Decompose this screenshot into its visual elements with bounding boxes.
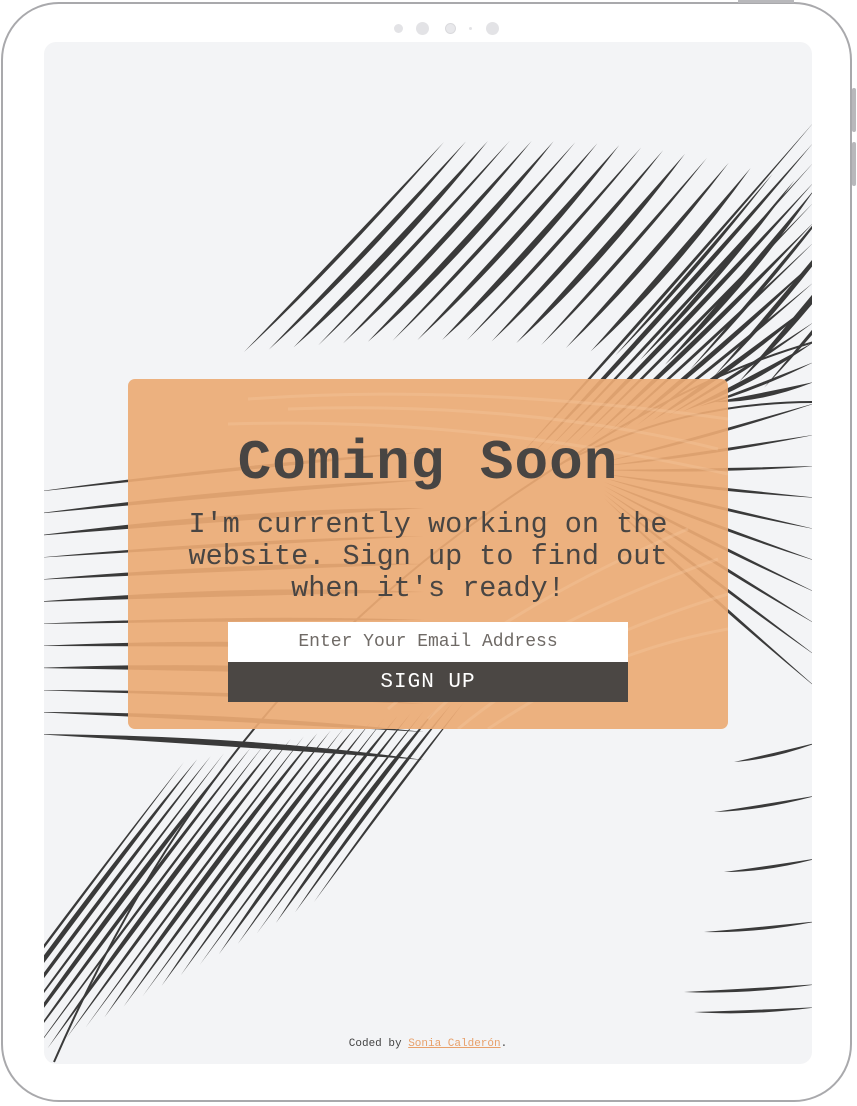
sensor-icon (394, 24, 403, 33)
sign-up-button[interactable]: SIGN UP (228, 662, 628, 702)
volume-down-button (852, 142, 856, 186)
camera-bar (390, 21, 510, 35)
camera-lens-icon (445, 23, 456, 34)
page-subtitle: I'm currently working on the website. Si… (188, 508, 668, 605)
screen: Coming Soon I'm currently working on the… (44, 42, 812, 1064)
footer-credit: Coded by Sonia Calderón. (44, 1038, 812, 1050)
email-input[interactable] (228, 622, 628, 662)
flash-icon (486, 22, 499, 35)
sensor-dot-icon (469, 27, 472, 30)
power-button (738, 0, 794, 3)
page-title: Coming Soon (237, 431, 619, 495)
footer-prefix: Coded by (348, 1038, 409, 1050)
footer-suffix: . (500, 1038, 508, 1050)
volume-up-button (852, 88, 856, 132)
camera-icon (416, 22, 429, 35)
author-link[interactable]: Sonia Calderón (408, 1038, 500, 1050)
coming-soon-card: Coming Soon I'm currently working on the… (128, 379, 728, 729)
